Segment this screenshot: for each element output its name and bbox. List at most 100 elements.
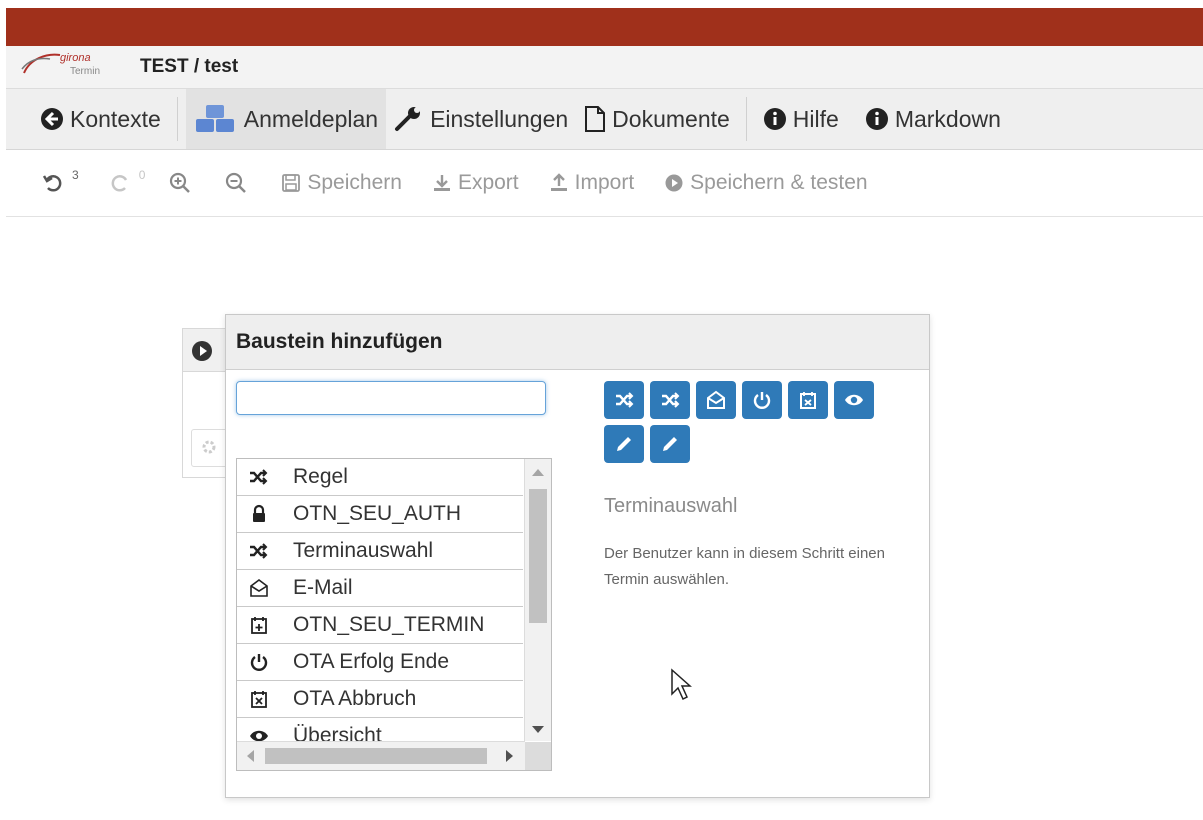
list-item[interactable]: Übersicht bbox=[237, 718, 523, 741]
zoom-out-button[interactable] bbox=[225, 172, 253, 194]
block-list-items: Regel OTN_SEU_AUTH Terminauswahl E-Mail … bbox=[237, 459, 523, 741]
list-item[interactable]: E-Mail bbox=[237, 570, 523, 607]
list-item[interactable]: Regel bbox=[237, 459, 523, 496]
list-item[interactable]: Terminauswahl bbox=[237, 533, 523, 570]
download-icon bbox=[433, 175, 450, 191]
export-button[interactable]: Export bbox=[432, 171, 519, 195]
app-window: girona Termin TEST / test Kontexte Anmel… bbox=[0, 0, 1203, 820]
calendar-plus-icon bbox=[247, 615, 271, 635]
upload-icon bbox=[550, 173, 567, 191]
nav-dokumente-label: Dokumente bbox=[612, 105, 730, 132]
save-button[interactable]: Speichern bbox=[281, 171, 402, 195]
eye-icon bbox=[845, 394, 863, 406]
play-circle-icon bbox=[665, 174, 683, 192]
block-description-text: Der Benutzer kann in diesem Schritt eine… bbox=[604, 545, 885, 588]
list-item-label: Regel bbox=[293, 465, 348, 488]
list-item-label: Übersicht bbox=[293, 724, 382, 741]
zoom-in-button[interactable] bbox=[169, 172, 197, 194]
add-edit-button-2[interactable] bbox=[650, 425, 690, 463]
undo-count: 3 bbox=[72, 168, 79, 182]
nav-hilfe[interactable]: Hilfe bbox=[755, 89, 847, 149]
editor-toolbar: 3 0 Speichern Export Import Speichern & … bbox=[6, 150, 1203, 217]
wrench-icon bbox=[395, 107, 421, 131]
undo-icon bbox=[42, 175, 62, 192]
list-item[interactable]: OTN_SEU_TERMIN bbox=[237, 607, 523, 644]
list-item-label: E-Mail bbox=[293, 576, 353, 599]
shuffle-icon bbox=[247, 467, 271, 487]
nav-markdown[interactable]: Markdown bbox=[857, 89, 1009, 149]
redo-button[interactable]: 0 bbox=[109, 168, 145, 194]
list-item[interactable]: OTN_SEU_AUTH bbox=[237, 496, 523, 533]
play-circle-icon bbox=[192, 341, 212, 361]
logo-swoosh-icon bbox=[21, 53, 61, 74]
redo-count: 0 bbox=[138, 168, 146, 182]
list-item-label: OTN_SEU_TERMIN bbox=[293, 613, 485, 636]
scroll-up-arrow[interactable] bbox=[532, 469, 544, 476]
save-and-test-label: Speichern & testen bbox=[690, 171, 868, 194]
redo-icon bbox=[111, 175, 127, 192]
nav-dokumente[interactable]: Dokumente bbox=[576, 89, 738, 149]
zoom-in-icon bbox=[170, 172, 191, 193]
list-item-label: OTN_SEU_AUTH bbox=[293, 502, 462, 525]
shuffle-icon bbox=[247, 541, 271, 561]
horizontal-scroll-thumb[interactable] bbox=[265, 748, 487, 764]
vertical-scrollbar[interactable] bbox=[524, 459, 551, 741]
scroll-right-arrow[interactable] bbox=[506, 750, 513, 762]
add-end-button[interactable] bbox=[742, 381, 782, 419]
gear-icon bbox=[202, 440, 216, 454]
add-email-button[interactable] bbox=[696, 381, 736, 419]
add-selection-button[interactable] bbox=[650, 381, 690, 419]
horizontal-scrollbar[interactable] bbox=[237, 741, 525, 770]
list-item-label: OTA Erfolg Ende bbox=[293, 650, 450, 673]
nav-hilfe-label: Hilfe bbox=[792, 105, 839, 132]
logo-text-bottom: Termin bbox=[70, 66, 101, 77]
girona-logo[interactable]: girona Termin bbox=[20, 49, 120, 85]
save-label: Speichern bbox=[307, 171, 402, 194]
calendar-x-icon bbox=[800, 392, 816, 409]
power-icon bbox=[247, 652, 271, 672]
block-type-buttons bbox=[604, 381, 904, 469]
pencil-icon bbox=[663, 437, 677, 451]
list-item[interactable]: OTA Erfolg Ende bbox=[237, 644, 523, 681]
scroll-down-arrow[interactable] bbox=[532, 726, 544, 733]
nav-markdown-label: Markdown bbox=[894, 105, 1001, 132]
nav-einstellungen[interactable]: Einstellungen bbox=[386, 89, 576, 149]
floppy-icon bbox=[282, 174, 301, 192]
add-rule-button[interactable] bbox=[604, 381, 644, 419]
vertical-scroll-thumb[interactable] bbox=[529, 489, 547, 623]
info-circle-icon bbox=[763, 108, 786, 130]
block-search-input[interactable] bbox=[236, 381, 546, 415]
nav-anmeldeplan[interactable]: Anmeldeplan bbox=[185, 89, 387, 149]
mouse-pointer-icon bbox=[671, 668, 692, 701]
brand-bar: girona Termin TEST / test bbox=[6, 46, 1203, 89]
cubes-icon bbox=[195, 105, 234, 132]
info-circle-icon bbox=[865, 108, 888, 130]
dialog-title: Baustein hinzufügen bbox=[226, 315, 929, 370]
file-icon bbox=[585, 106, 606, 132]
save-and-test-button[interactable]: Speichern & testen bbox=[664, 171, 868, 195]
undo-button[interactable]: 3 bbox=[42, 168, 79, 194]
add-edit-button-1[interactable] bbox=[604, 425, 644, 463]
nav-divider bbox=[745, 97, 747, 141]
import-button[interactable]: Import bbox=[549, 171, 635, 195]
scrollbar-corner bbox=[525, 742, 551, 770]
add-overview-button[interactable] bbox=[834, 381, 874, 419]
nav-kontexte[interactable]: Kontexte bbox=[32, 89, 169, 149]
block-list[interactable]: Regel OTN_SEU_AUTH Terminauswahl E-Mail … bbox=[236, 458, 552, 771]
logo-text-top: girona bbox=[60, 52, 91, 64]
import-label: Import bbox=[574, 171, 635, 194]
envelope-open-icon bbox=[707, 390, 725, 409]
nav-einstellungen-label: Einstellungen bbox=[430, 105, 569, 132]
power-icon bbox=[753, 392, 771, 409]
circle-arrow-left-icon bbox=[41, 108, 63, 130]
scroll-left-arrow[interactable] bbox=[247, 750, 254, 762]
eye-icon bbox=[247, 726, 271, 741]
top-color-bar bbox=[6, 8, 1203, 46]
envelope-open-icon bbox=[247, 578, 271, 598]
nav-anmeldeplan-label: Anmeldeplan bbox=[243, 105, 379, 132]
add-abort-button[interactable] bbox=[788, 381, 828, 419]
zoom-out-icon bbox=[226, 172, 247, 193]
shuffle-icon bbox=[616, 392, 634, 408]
nav-divider bbox=[176, 97, 178, 141]
list-item[interactable]: OTA Abbruch bbox=[237, 681, 523, 718]
